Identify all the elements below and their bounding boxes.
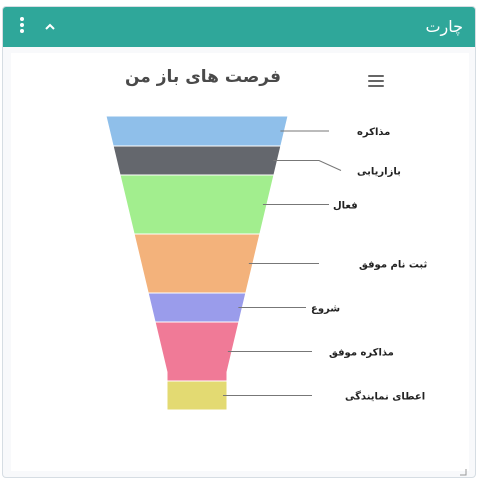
- funnel-segment[interactable]: [166, 380, 228, 411]
- funnel-label: بازاریابی: [357, 167, 401, 178]
- panel-header: چارت: [3, 7, 475, 47]
- funnel-label: اعطای نمایندگی: [345, 390, 425, 403]
- funnel-label: شروع: [311, 304, 340, 315]
- funnel-chart: مذاکره بازاریابی فعال ثبت نام موفق شروع مذاکر…: [105, 115, 427, 411]
- funnel-segment[interactable]: [119, 174, 275, 235]
- chart-panel: چارت فرصت های باز من مذاکره بازاریابی فعال…: [2, 6, 476, 478]
- panel-title: چارت: [425, 17, 463, 36]
- funnel-label: مذاکره موفق: [329, 348, 394, 359]
- funnel-label: ثبت نام موفق: [359, 260, 427, 271]
- funnel-segment[interactable]: [105, 115, 289, 147]
- funnel-leader-line: [273, 160, 342, 171]
- chevron-up-icon[interactable]: [40, 17, 60, 37]
- resize-handle-icon[interactable]: [459, 461, 467, 476]
- funnel-label: مذاکره: [357, 127, 390, 138]
- funnel-segment[interactable]: [154, 321, 240, 382]
- chart-area: فرصت های باز من مذاکره بازاریابی فعال ثبت ن…: [11, 53, 469, 471]
- funnel-label: فعال: [333, 201, 358, 212]
- funnel-segment[interactable]: [112, 145, 282, 176]
- funnel-segment[interactable]: [133, 233, 261, 294]
- funnel-segment[interactable]: [147, 292, 247, 323]
- vertical-dots-icon[interactable]: [18, 17, 26, 37]
